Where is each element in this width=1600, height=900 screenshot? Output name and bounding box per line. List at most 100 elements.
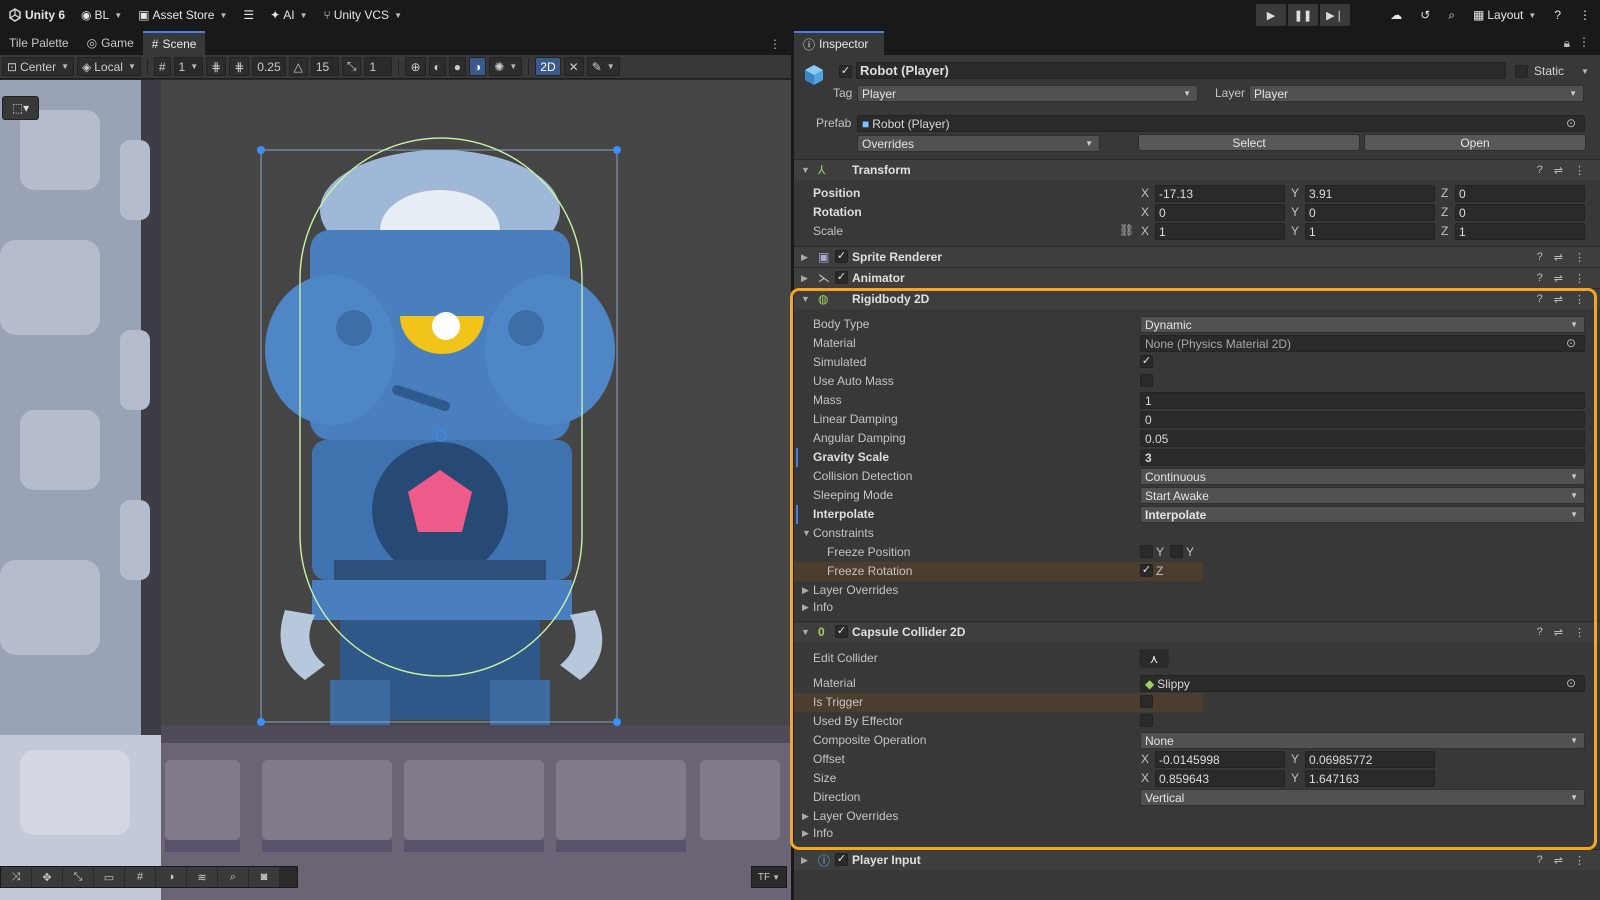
transform-header[interactable]: ▼ ⅄ Transform ? ⇌ ⋮ (794, 159, 1600, 180)
rect-tool[interactable]: ▭ (94, 867, 124, 887)
sprite-renderer-enabled-checkbox[interactable]: ✓ (835, 250, 848, 263)
body-type-dropdown[interactable]: Dynamic ▼ (1140, 316, 1585, 333)
presets-icon[interactable]: ⇌ (1554, 293, 1563, 306)
scale-y-field[interactable]: 1 (1305, 223, 1435, 240)
rigidbody-2d-header[interactable]: ▼ ◍ Rigidbody 2D ? ⇌ ⋮ (794, 288, 1600, 309)
composite-operation-dropdown[interactable]: None ▼ (1140, 732, 1585, 749)
rotate-snap-toggle[interactable]: △ (288, 57, 308, 76)
presets-icon[interactable]: ⇌ (1554, 854, 1563, 867)
play-button[interactable]: ▶ (1256, 4, 1286, 26)
gizmo-handle[interactable] (257, 718, 265, 726)
move-tool[interactable]: ✥ (32, 867, 62, 887)
freeze-position-x-checkbox[interactable] (1140, 545, 1153, 558)
rect-tool-overlay[interactable]: ⬚▾ (2, 96, 39, 120)
capsule-collider-header[interactable]: ▼ 0 ✓ Capsule Collider 2D ? ⇌ ⋮ (794, 621, 1600, 642)
tab-tile-palette[interactable]: Tile Palette (0, 31, 78, 55)
effects-dropdown[interactable]: ✺ ▼ (489, 57, 523, 76)
wire-toggle[interactable]: ◑ (469, 57, 487, 76)
gizmo-handle[interactable] (613, 718, 621, 726)
tab-inspector[interactable]: ⓘ Inspector (794, 31, 884, 55)
search-button[interactable]: ⌕ (1439, 0, 1464, 30)
constraints-foldout[interactable]: ▼ (802, 528, 811, 538)
layout-dropdown[interactable]: ▦ Layout ▼ (1464, 0, 1545, 30)
prefab-field[interactable]: ■ Robot (Player) (857, 115, 1585, 132)
used-by-effector-checkbox[interactable] (1140, 714, 1153, 727)
cc-material-field[interactable]: ◆ Slippy (1140, 675, 1585, 692)
sleeping-mode-dropdown[interactable]: Start Awake ▼ (1140, 487, 1585, 504)
gizmos-dropdown[interactable]: ✎ ▼ (586, 57, 620, 76)
more-vertical-icon[interactable]: ⋮ (1574, 164, 1585, 177)
account-dropdown[interactable]: ◉ BL ▼ (73, 0, 130, 30)
simulated-checkbox[interactable]: ✓ (1140, 355, 1153, 368)
grid-value-field[interactable]: 1 ▼ (173, 57, 204, 76)
presets-icon[interactable]: ⇌ (1554, 251, 1563, 264)
orbit-tool[interactable]: ◑ (156, 867, 186, 887)
presets-icon[interactable]: ⇌ (1554, 272, 1563, 285)
gizmo-handle[interactable] (257, 146, 265, 154)
help-icon[interactable]: ? (1537, 272, 1543, 285)
shading-toggle[interactable]: ◐ (428, 57, 446, 76)
sprite-renderer-header[interactable]: ▶ ▣ ✓ Sprite Renderer ? ⇌ ⋮ (794, 246, 1600, 267)
camera-tool[interactable]: ◙ (249, 867, 279, 887)
select-button[interactable]: Select (1138, 134, 1360, 151)
more-vertical-icon[interactable]: ⋮ (1574, 272, 1585, 285)
tag-dropdown[interactable]: Player ▼ (857, 85, 1198, 102)
mass-field[interactable]: 1 (1140, 392, 1585, 409)
pause-button[interactable]: ❚❚ (1288, 4, 1318, 26)
linear-damping-field[interactable]: 0 (1140, 411, 1585, 428)
tf-dropdown[interactable]: TF ▼ (751, 866, 787, 888)
mode-2d-toggle[interactable]: 2D (535, 57, 561, 76)
help-icon[interactable]: ? (1537, 854, 1543, 867)
more-vertical-icon[interactable]: ⋮ (1574, 251, 1585, 264)
pivot-dropdown[interactable]: ⊡ Center ▼ (2, 57, 75, 76)
robot-sprite[interactable] (265, 150, 615, 725)
help-icon[interactable]: ? (1537, 251, 1543, 264)
open-button[interactable]: Open (1364, 134, 1586, 151)
help-button[interactable]: ? (1545, 0, 1570, 30)
freeze-position-y-checkbox[interactable] (1170, 545, 1183, 558)
size-x-field[interactable]: 0.859643 (1155, 770, 1285, 787)
animator-enabled-checkbox[interactable]: ✓ (835, 271, 848, 284)
object-picker-button[interactable]: ⊙ (1566, 676, 1576, 690)
scale-snap-toggle[interactable]: ⤡ (341, 57, 362, 76)
step-button[interactable]: ▶❘ (1320, 4, 1350, 26)
object-picker-button[interactable]: ⊙ (1566, 116, 1576, 130)
tab-options-button[interactable]: ⋮ (769, 37, 791, 55)
gizmo-handle[interactable] (613, 146, 621, 154)
freeze-rotation-z-checkbox[interactable]: ✓ (1140, 564, 1153, 577)
rotate-snap-field[interactable]: 15 (310, 57, 339, 76)
scale-snap-field[interactable]: 1 (364, 57, 393, 76)
increment-field[interactable]: 0.25 (252, 57, 286, 76)
offset-y-field[interactable]: 0.06985772 (1305, 751, 1435, 768)
is-trigger-checkbox[interactable] (1140, 695, 1153, 708)
tab-game[interactable]: ◎ Game (78, 31, 143, 55)
snap-toggle[interactable]: ⋕ (206, 57, 227, 76)
help-icon[interactable]: ? (1537, 626, 1543, 639)
cc-layer-overrides-foldout[interactable]: ▶ (802, 811, 809, 822)
draw-mode-toggle[interactable]: ⊕ (405, 57, 426, 76)
cloud-button[interactable]: ☁ (1381, 0, 1411, 30)
animator-header[interactable]: ▶ ⋋ ✓ Animator ? ⇌ ⋮ (794, 267, 1600, 288)
interpolate-dropdown[interactable]: Interpolate ▼ (1140, 506, 1585, 523)
position-y-field[interactable]: 3.91 (1305, 185, 1435, 202)
angular-damping-field[interactable]: 0.05 (1140, 430, 1585, 447)
vcs-dropdown[interactable]: ⑂ Unity VCS ▼ (316, 0, 410, 30)
more-vertical-icon[interactable]: ⋮ (1574, 854, 1585, 867)
direction-dropdown[interactable]: Vertical ▼ (1140, 789, 1585, 806)
presets-icon[interactable]: ⇌ (1554, 626, 1563, 639)
shuffle-tool[interactable]: ⤨ (1, 867, 31, 887)
help-icon[interactable]: ? (1537, 293, 1543, 306)
rotation-z-field[interactable]: 0 (1455, 204, 1585, 221)
position-x-field[interactable]: -17.13 (1155, 185, 1285, 202)
more-vertical-icon[interactable]: ⋮ (1574, 293, 1585, 306)
lock-button[interactable]: 🔒︎ (1564, 36, 1570, 51)
collision-detection-dropdown[interactable]: Continuous ▼ (1140, 468, 1585, 485)
scale-z-field[interactable]: 1 (1455, 223, 1585, 240)
player-input-enabled-checkbox[interactable]: ✓ (835, 853, 848, 866)
history-button[interactable]: ↺ (1411, 0, 1439, 30)
inspector-menu-button[interactable]: ⋮ (1578, 35, 1590, 49)
asset-store-dropdown[interactable]: ▣ Asset Store ▼ (130, 0, 235, 30)
ai-dropdown[interactable]: ✦ AI ▼ (262, 0, 315, 30)
unity-menu[interactable]: Unity 6 (0, 0, 73, 30)
overrides-dropdown[interactable]: Overrides ▼ (857, 135, 1100, 152)
